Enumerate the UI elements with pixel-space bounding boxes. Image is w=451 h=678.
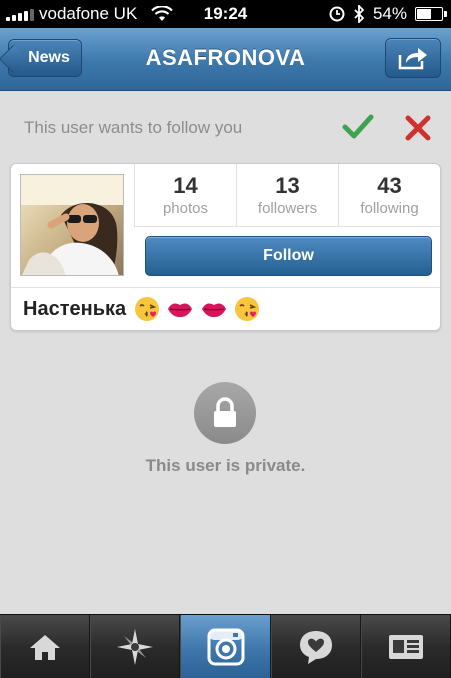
- profile-avatar[interactable]: [20, 174, 124, 276]
- private-message: This user is private.: [145, 456, 306, 475]
- profile-card: 14 photos 13 followers 43 following Foll…: [10, 163, 441, 331]
- stat-value: 13: [275, 173, 300, 198]
- follow-request-row: This user wants to follow you: [0, 90, 451, 162]
- display-name-row: Настенька: [11, 287, 440, 330]
- stat-photos[interactable]: 14 photos: [134, 164, 236, 227]
- navigation-bar: News ASAFRONOVA: [0, 28, 451, 91]
- lips-icon: [168, 303, 193, 317]
- stat-label: photos: [162, 200, 209, 217]
- status-bar: vodafone UK 19:24 54%: [0, 0, 451, 28]
- private-lock: [194, 382, 256, 444]
- display-name: Настенька: [23, 297, 127, 320]
- camera-icon: [207, 628, 244, 665]
- profile-stats: 14 photos 13 followers 43 following: [134, 164, 440, 227]
- tab-profile[interactable]: [360, 615, 451, 678]
- profile-icon: [388, 634, 423, 659]
- stat-value: 14: [173, 173, 198, 198]
- tab-camera[interactable]: [180, 615, 271, 678]
- kiss-face-icon: [235, 297, 260, 321]
- follow-button[interactable]: Follow: [145, 236, 432, 276]
- status-right: 54%: [329, 4, 447, 24]
- share-button[interactable]: [385, 38, 441, 78]
- battery-percent: 54%: [372, 4, 407, 23]
- reject-x-icon[interactable]: [404, 114, 432, 142]
- tab-bar: [0, 614, 451, 678]
- bluetooth-icon: [354, 5, 365, 23]
- tab-home[interactable]: [0, 615, 91, 678]
- follow-request-text: This user wants to follow you: [24, 118, 243, 137]
- stat-following[interactable]: 43 following: [338, 164, 440, 227]
- explore-icon: [117, 628, 154, 665]
- page-title: ASAFRONOVA: [145, 45, 306, 70]
- battery-fill: [417, 9, 432, 19]
- stat-label: followers: [257, 200, 318, 217]
- activity-icon: [299, 630, 332, 664]
- share-icon: [398, 48, 427, 70]
- stat-label: following: [360, 200, 419, 217]
- stat-value: 43: [377, 173, 402, 198]
- name-emojis: [134, 296, 260, 322]
- tab-explore[interactable]: [90, 615, 181, 678]
- home-icon: [30, 634, 61, 660]
- alarm-icon: [329, 6, 345, 22]
- stat-followers[interactable]: 13 followers: [236, 164, 338, 227]
- battery-icon: [415, 7, 447, 21]
- kiss-face-icon: [135, 297, 160, 321]
- accept-check-icon[interactable]: [342, 112, 374, 140]
- lock-icon: [214, 397, 236, 427]
- tab-activity[interactable]: [270, 615, 361, 678]
- lips-icon: [202, 303, 227, 317]
